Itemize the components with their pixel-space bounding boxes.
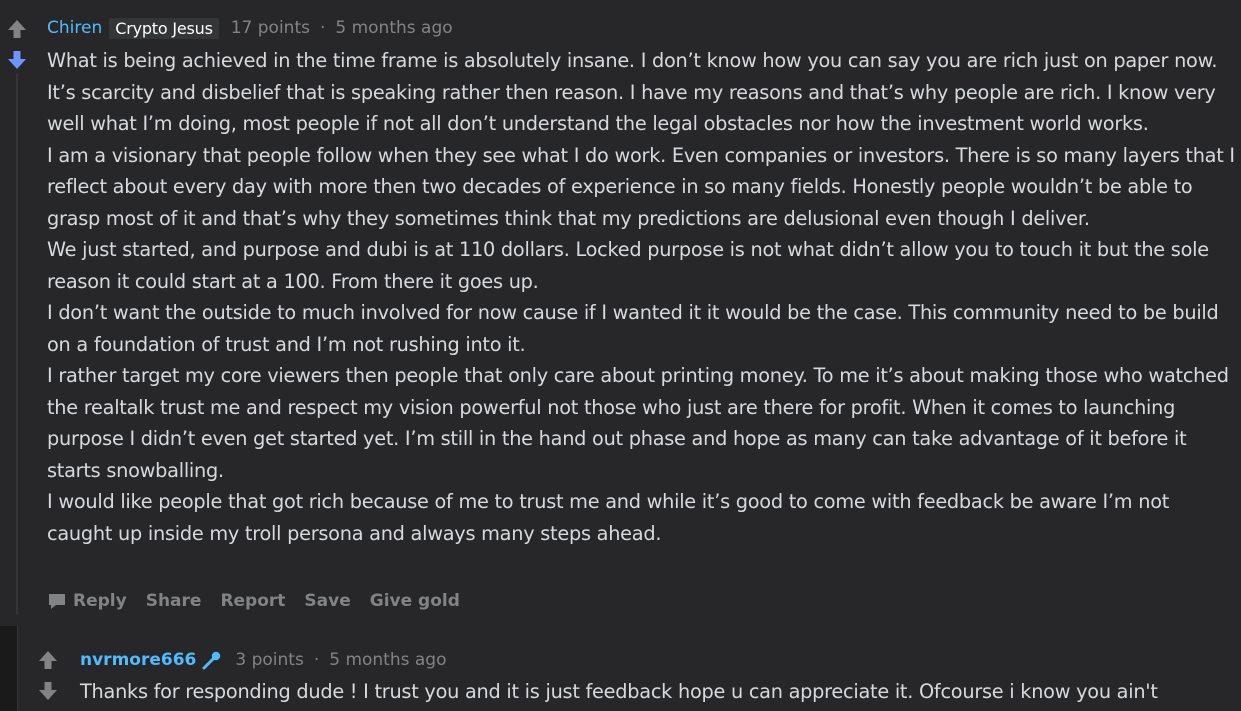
reply-button[interactable]: Reply — [47, 591, 127, 611]
downvote-icon — [39, 682, 57, 700]
comment-paragraph: I don’t want the outside to much involve… — [47, 301, 1219, 356]
reply-points: 3 points — [235, 650, 304, 670]
reply-comment: nvrmore666 3 points · 5 months ago Thank… — [17, 626, 1241, 711]
comment-timestamp[interactable]: 5 months ago — [335, 18, 452, 38]
upvote-icon — [8, 20, 26, 38]
comment-author[interactable]: Chiren — [47, 18, 102, 38]
comment-bubble-icon — [49, 594, 65, 609]
comment-actions: Reply Share Report Save Give gold — [47, 588, 479, 614]
comment-points: 17 points — [230, 18, 310, 38]
comment-paragraph: I would like people that got rich becaus… — [47, 490, 1170, 545]
reply-paragraph: Thanks for responding dude ! I trust you… — [80, 680, 1158, 703]
give-gold-button[interactable]: Give gold — [370, 591, 460, 611]
comment-meta: Chiren Crypto Jesus 17 points · 5 months… — [47, 14, 453, 42]
report-button[interactable]: Report — [220, 591, 285, 611]
upvote-icon — [39, 651, 57, 669]
reply-body: Thanks for responding dude ! I trust you… — [80, 676, 1240, 708]
reply-meta: nvrmore666 3 points · 5 months ago — [80, 646, 446, 674]
meta-separator: · — [319, 18, 326, 38]
share-button[interactable]: Share — [146, 591, 202, 611]
comment-paragraph: I am a visionary that people follow when… — [47, 143, 1235, 230]
downvote-button[interactable] — [6, 49, 28, 71]
reply-timestamp[interactable]: 5 months ago — [329, 650, 446, 670]
upvote-button[interactable] — [6, 18, 28, 40]
reply-label: Reply — [73, 591, 127, 611]
comment-paragraph: What is being achieved in the time frame… — [47, 49, 1218, 135]
save-button[interactable]: Save — [304, 591, 350, 611]
meta-separator: · — [313, 650, 320, 670]
microphone-icon — [201, 650, 223, 670]
reply-upvote-button[interactable] — [37, 649, 59, 671]
comment: Chiren Crypto Jesus 17 points · 5 months… — [0, 0, 1241, 626]
comment-paragraph: We just started, and purpose and dubi is… — [47, 238, 1209, 293]
reply-thread: nvrmore666 3 points · 5 months ago Thank… — [0, 626, 1241, 711]
downvote-icon — [8, 51, 26, 69]
user-flair: Crypto Jesus — [109, 17, 219, 39]
reply-author[interactable]: nvrmore666 — [80, 650, 196, 670]
thread-line[interactable] — [16, 74, 18, 614]
reply-downvote-button[interactable] — [37, 680, 59, 702]
comment-body: What is being achieved in the time frame… — [47, 45, 1237, 549]
comment-paragraph: I rather target my core viewers then peo… — [47, 364, 1229, 482]
